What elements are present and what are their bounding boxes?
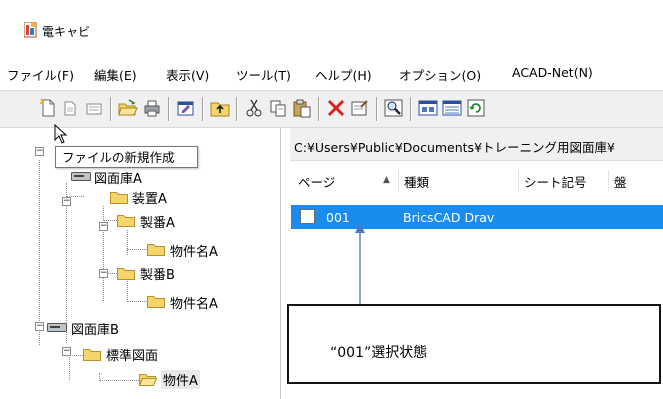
column-header-page[interactable]: ページ <box>298 172 335 191</box>
menu-help[interactable]: ヘルプ(H) <box>315 65 372 84</box>
view-large-icon[interactable] <box>418 98 438 118</box>
search-icon[interactable] <box>384 98 404 118</box>
row-page-number: 001 <box>326 210 350 225</box>
folder-icon <box>147 296 165 308</box>
folder-icon <box>147 244 165 256</box>
drive-icon <box>71 172 91 181</box>
menu-edit[interactable]: 編集(E) <box>94 65 137 84</box>
sort-ascending-icon: ▲ <box>383 175 390 185</box>
open-folder-icon <box>139 374 157 386</box>
view-detail-icon[interactable] <box>442 98 462 118</box>
menu-tools[interactable]: ツール(T) <box>236 65 291 84</box>
new-file-icon[interactable] <box>38 98 58 118</box>
tree-expander[interactable]: − <box>99 269 108 278</box>
cursor-icon <box>54 124 68 144</box>
list-icon[interactable] <box>84 98 104 118</box>
tree-node-drawer-b[interactable]: 図面庫B <box>71 319 119 338</box>
menu-view[interactable]: 表示(V) <box>166 65 209 84</box>
folder-icon <box>110 192 128 204</box>
tree-expander[interactable]: − <box>99 222 108 231</box>
folder-icon <box>117 268 135 280</box>
tree-node-serial-a[interactable]: 製番A <box>140 212 175 231</box>
annotation-text: “001”選択状態 <box>330 345 428 361</box>
cut-icon[interactable] <box>244 98 264 118</box>
folder-icon <box>117 215 135 227</box>
copy-icon[interactable] <box>268 98 288 118</box>
row-type: BricsCAD Drav <box>403 210 495 225</box>
window-title: 電キャビ <box>42 25 91 39</box>
print-icon[interactable] <box>142 98 162 118</box>
folder-icon <box>83 349 101 361</box>
refresh-icon[interactable] <box>466 98 486 118</box>
menu-bar: ファイル(F) 編集(E) 表示(V) ツール(T) ヘルプ(H) オプション(… <box>0 58 663 88</box>
tree-expander[interactable]: − <box>35 322 44 331</box>
menu-options[interactable]: オプション(O) <box>399 65 481 84</box>
open-folder-icon[interactable] <box>118 98 138 118</box>
column-header-type[interactable]: 種類 <box>404 172 429 191</box>
menu-acad-net[interactable]: ACAD-Net(N) <box>512 65 593 80</box>
callout-arrow <box>355 223 365 306</box>
column-header-panel[interactable]: 盤 <box>614 172 627 191</box>
toolbar <box>0 90 663 128</box>
tree-node-drawer-a[interactable]: 図面庫A <box>94 168 142 187</box>
row-checkbox[interactable] <box>300 209 315 224</box>
menu-file[interactable]: ファイル(F) <box>7 65 74 84</box>
title-bar <box>0 0 663 58</box>
tree-node-serial-b[interactable]: 製番B <box>140 264 175 283</box>
drive-icon <box>47 323 67 332</box>
tree-expander[interactable]: − <box>62 347 71 356</box>
column-header-sheet[interactable]: シート記号 <box>524 172 587 191</box>
folder-up-icon[interactable] <box>210 98 230 118</box>
edit-icon[interactable] <box>176 98 196 118</box>
open-icon[interactable] <box>60 98 80 118</box>
tree-node-property[interactable]: 物件A <box>161 370 200 389</box>
delete-icon[interactable] <box>326 98 346 118</box>
tree-node-standard[interactable]: 標準図面 <box>106 345 158 364</box>
tree-expander[interactable]: − <box>35 147 44 156</box>
properties-icon[interactable] <box>350 98 370 118</box>
app-icon <box>24 22 37 38</box>
tree-node-property-a-2[interactable]: 物件名A <box>170 293 218 312</box>
paste-icon[interactable] <box>292 98 312 118</box>
tree-expander[interactable]: − <box>62 197 71 206</box>
tooltip: ファイルの新規作成 <box>55 146 198 168</box>
current-path: C:¥Users¥Public¥Documents¥トレーニング用図面庫¥ <box>294 140 615 155</box>
tree-node-device-a[interactable]: 装置A <box>132 188 167 207</box>
tree-node-property-a[interactable]: 物件名A <box>170 241 218 260</box>
